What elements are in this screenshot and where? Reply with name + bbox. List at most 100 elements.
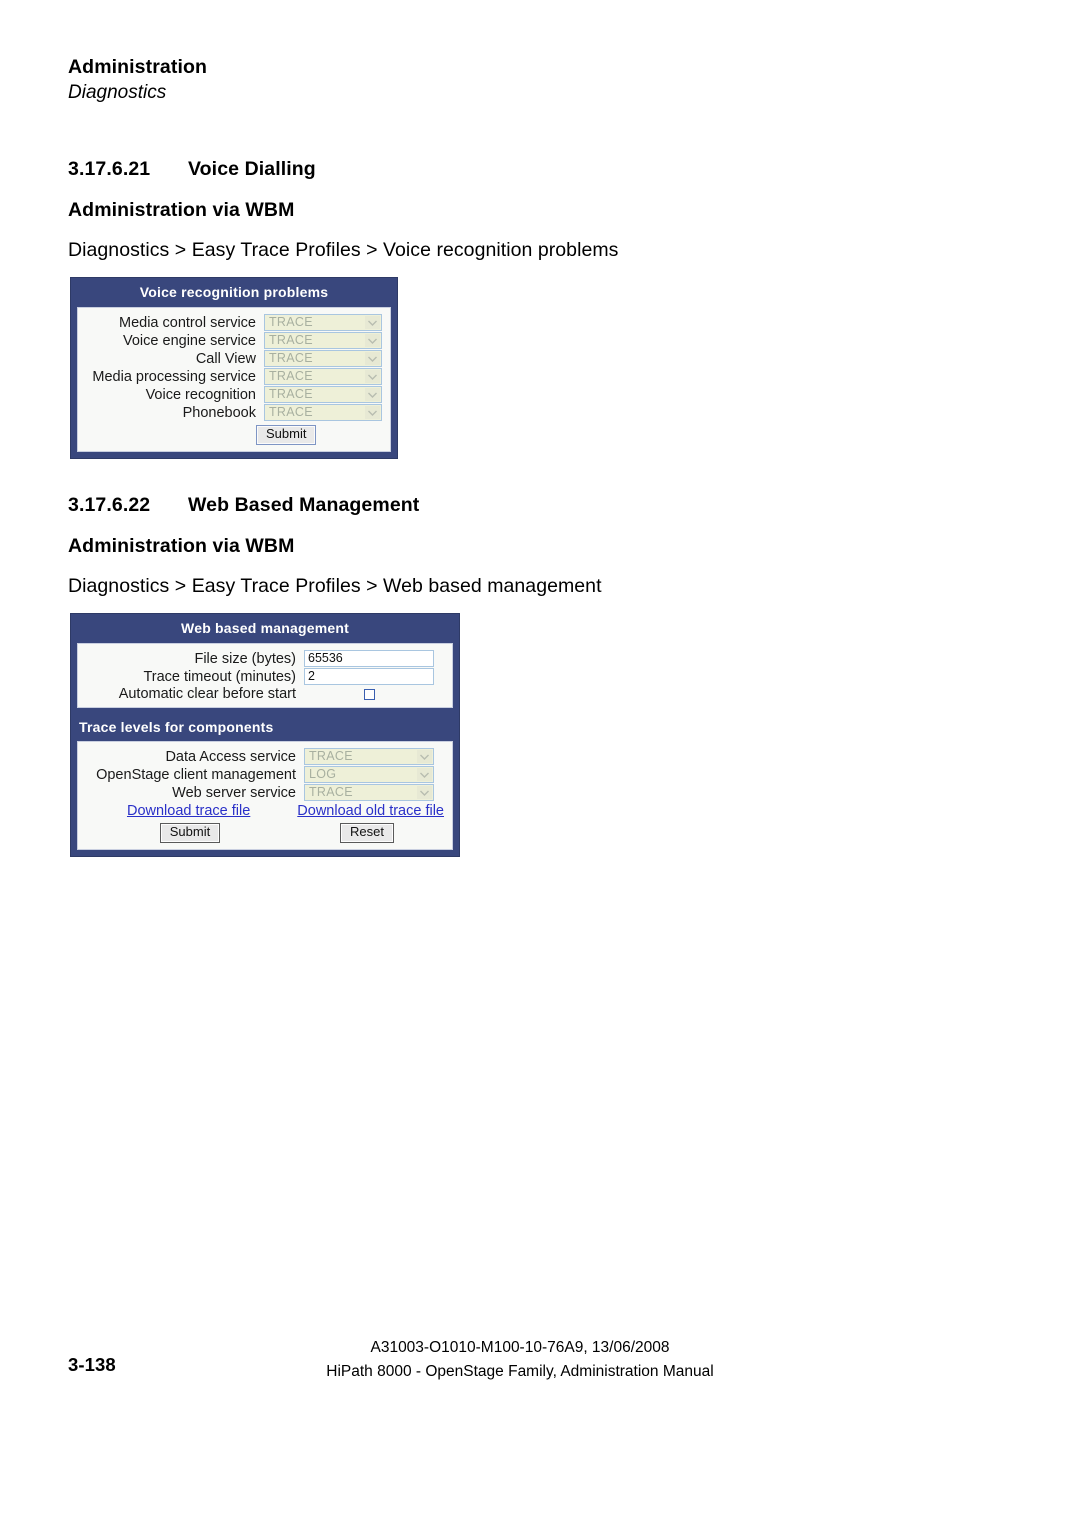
- chevron-down-icon: [365, 334, 380, 347]
- dialog-button-row: Submit: [78, 423, 390, 445]
- submit-button[interactable]: Submit: [256, 425, 317, 445]
- chevron-down-icon: [365, 352, 380, 365]
- dialog-general-settings: File size (bytes) 65536 Trace timeout (m…: [77, 643, 453, 708]
- form-row: Phonebook TRACE: [78, 404, 390, 421]
- download-links-row: Download trace file Download old trace f…: [78, 802, 452, 819]
- field-label: Phonebook: [182, 404, 256, 421]
- section-title: Voice Dialling: [188, 158, 316, 180]
- dialog-title: Voice recognition problems: [139, 284, 329, 300]
- field-control: TRACE: [264, 404, 382, 421]
- input-value: 2: [308, 669, 315, 684]
- download-trace-file-link[interactable]: Download trace file: [127, 803, 250, 819]
- input-value: 65536: [308, 651, 343, 666]
- field-control: TRACE: [304, 748, 444, 765]
- form-row: Data Access service TRACE: [78, 748, 452, 765]
- field-label: Automatic clear before start: [118, 686, 296, 702]
- trace-level-select[interactable]: TRACE: [264, 350, 382, 367]
- trace-level-select[interactable]: LOG: [304, 766, 434, 783]
- field-control: 65536: [304, 650, 444, 667]
- chevron-down-icon: [417, 786, 432, 799]
- chevron-down-icon: [365, 406, 380, 419]
- field-label: Web server service: [172, 784, 296, 801]
- automatic-clear-checkbox[interactable]: [363, 688, 375, 700]
- field-label: Voice engine service: [123, 332, 256, 349]
- select-value: TRACE: [269, 315, 313, 330]
- chevron-down-icon: [365, 316, 380, 329]
- breadcrumb: Diagnostics > Easy Trace Profiles > Voic…: [68, 239, 619, 261]
- running-head-title: Administration: [68, 56, 207, 78]
- field-control: TRACE: [264, 368, 382, 385]
- document-page: Administration Diagnostics 3.17.6.21 Voi…: [0, 0, 1080, 1528]
- field-label: OpenStage client management: [96, 766, 296, 783]
- chevron-down-icon: [365, 388, 380, 401]
- section-title: Web Based Management: [188, 494, 420, 516]
- footer-doc-title: HiPath 8000 - OpenStage Family, Administ…: [326, 1363, 714, 1381]
- running-head-subtitle: Diagnostics: [68, 82, 167, 104]
- form-row: Media control service TRACE: [78, 314, 390, 331]
- field-label: Media processing service: [92, 368, 256, 385]
- chevron-down-icon: [417, 750, 432, 763]
- running-head: Administration Diagnostics: [68, 56, 968, 105]
- form-row: File size (bytes) 65536: [78, 650, 452, 667]
- page-footer: 3-138 A31003-O1010-M100-10-76A9, 13/06/2…: [0, 1336, 1080, 1406]
- field-control: LOG: [304, 766, 444, 783]
- trace-level-select[interactable]: TRACE: [264, 332, 382, 349]
- trace-level-select[interactable]: TRACE: [264, 404, 382, 421]
- dialog-body: Media control service TRACE Voice engine…: [77, 307, 391, 452]
- field-label: Media control service: [119, 314, 256, 331]
- field-control: 2: [304, 668, 444, 685]
- form-row: Voice engine service TRACE: [78, 332, 390, 349]
- reset-button[interactable]: Reset: [340, 823, 394, 843]
- select-value: TRACE: [269, 405, 313, 420]
- form-row: OpenStage client management LOG: [78, 766, 452, 783]
- select-value: TRACE: [269, 387, 313, 402]
- section-heading: 3.17.6.22 Web Based Management: [68, 494, 1008, 517]
- dialog-title: Web based management: [181, 620, 349, 636]
- section-number: 3.17.6.21: [68, 158, 151, 180]
- footer-doc-info: A31003-O1010-M100-10-76A9, 13/06/2008 Hi…: [0, 1336, 1040, 1384]
- submit-button[interactable]: Submit: [159, 823, 221, 843]
- section-subheading: Administration via WBM: [68, 199, 295, 221]
- dialog-button-row: Submit Reset: [78, 821, 452, 843]
- trace-timeout-input[interactable]: 2: [304, 668, 434, 685]
- chevron-down-icon: [365, 370, 380, 383]
- chevron-down-icon: [417, 768, 432, 781]
- field-control: TRACE: [264, 314, 382, 331]
- trace-level-select[interactable]: TRACE: [264, 386, 382, 403]
- select-value: TRACE: [309, 749, 353, 764]
- form-row: Media processing service TRACE: [78, 368, 390, 385]
- footer-doc-id: A31003-O1010-M100-10-76A9, 13/06/2008: [370, 1339, 670, 1356]
- select-value: LOG: [309, 767, 337, 782]
- breadcrumb: Diagnostics > Easy Trace Profiles > Web …: [68, 575, 602, 597]
- trace-level-select[interactable]: TRACE: [304, 784, 434, 801]
- file-size-input[interactable]: 65536: [304, 650, 434, 667]
- field-label: Call View: [195, 350, 256, 367]
- select-value: TRACE: [309, 785, 353, 800]
- section-subheading: Administration via WBM: [68, 535, 295, 557]
- section-band-trace-levels: Trace levels for components: [79, 719, 274, 735]
- select-value: TRACE: [269, 369, 313, 384]
- trace-level-select[interactable]: TRACE: [304, 748, 434, 765]
- form-row: Call View TRACE: [78, 350, 390, 367]
- field-control: TRACE: [264, 350, 382, 367]
- trace-level-select[interactable]: TRACE: [264, 368, 382, 385]
- field-label: Data Access service: [165, 748, 296, 765]
- field-control: [304, 688, 444, 700]
- checkbox-wrapper: [304, 688, 434, 700]
- section-heading: 3.17.6.21 Voice Dialling: [68, 158, 1008, 181]
- form-row: Trace timeout (minutes) 2: [78, 668, 452, 685]
- wbm-dialog-web-based-management: Web based management File size (bytes) 6…: [70, 613, 460, 857]
- select-value: TRACE: [269, 351, 313, 366]
- form-row: Voice recognition TRACE: [78, 386, 390, 403]
- field-control: TRACE: [264, 332, 382, 349]
- field-control: TRACE: [304, 784, 444, 801]
- field-label: Trace timeout (minutes): [143, 668, 296, 685]
- section-voice-dialling: 3.17.6.21 Voice Dialling Administration …: [68, 158, 1008, 262]
- field-label: Voice recognition: [145, 386, 256, 403]
- trace-level-select[interactable]: TRACE: [264, 314, 382, 331]
- form-row: Automatic clear before start: [78, 686, 452, 702]
- section-web-based-management: 3.17.6.22 Web Based Management Administr…: [68, 494, 1008, 598]
- download-old-trace-file-link[interactable]: Download old trace file: [297, 803, 444, 819]
- field-control: TRACE: [264, 386, 382, 403]
- field-label: File size (bytes): [194, 650, 296, 667]
